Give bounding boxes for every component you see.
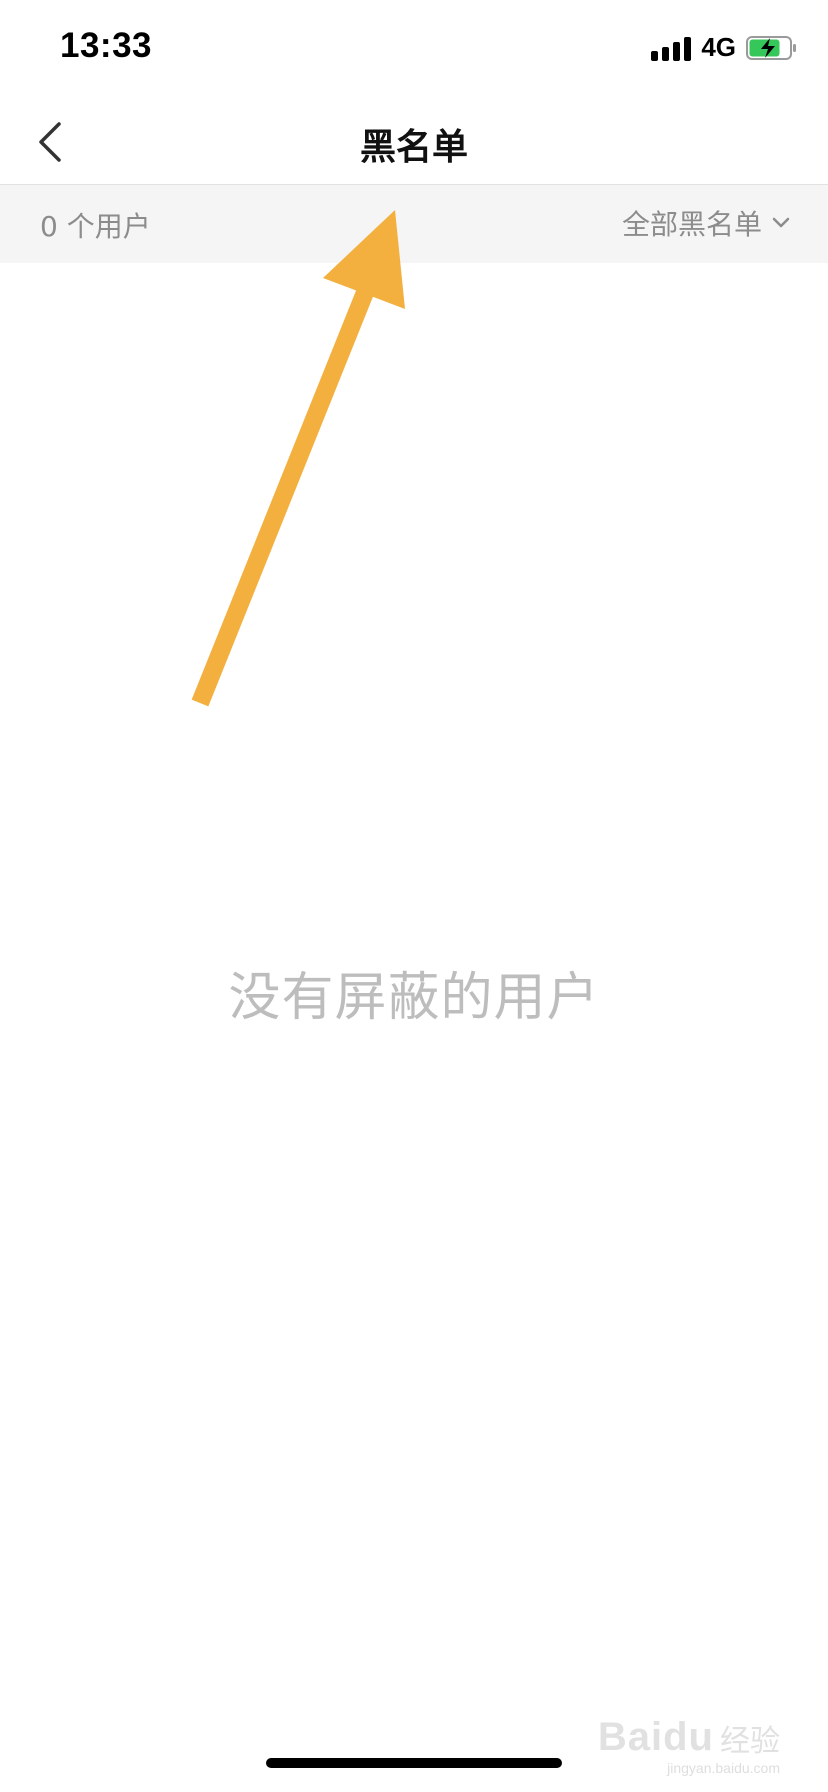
blacklist-filter-dropdown[interactable]: 全部黑名单 bbox=[622, 203, 790, 243]
user-count-label: 0 个用户 bbox=[40, 210, 151, 243]
status-time: 13:33 bbox=[60, 26, 153, 65]
filter-dropdown-label: 全部黑名单 bbox=[621, 208, 762, 241]
navigation-bar: 黑名单 bbox=[0, 100, 828, 185]
watermark-url: jingyan.baidu.com bbox=[667, 1760, 780, 1776]
home-indicator[interactable] bbox=[266, 1758, 562, 1768]
signal-strength-icon bbox=[651, 35, 692, 61]
watermark-brand: Baidu bbox=[597, 1715, 714, 1759]
battery-charging-icon bbox=[746, 35, 796, 60]
empty-state-message: 没有屏蔽的用户 bbox=[228, 968, 600, 1028]
watermark-suffix: 经验 bbox=[720, 1724, 780, 1758]
baidu-watermark-logo: Baidu 经验 bbox=[598, 1715, 780, 1760]
page-title: 黑名单 bbox=[359, 127, 468, 168]
status-bar: 13:33 4G bbox=[0, 0, 828, 100]
status-indicators: 4G bbox=[651, 32, 798, 63]
chevron-down-icon bbox=[772, 217, 790, 228]
filter-bar: 0 个用户 全部黑名单 bbox=[0, 185, 828, 263]
network-type-label: 4G bbox=[701, 32, 736, 62]
